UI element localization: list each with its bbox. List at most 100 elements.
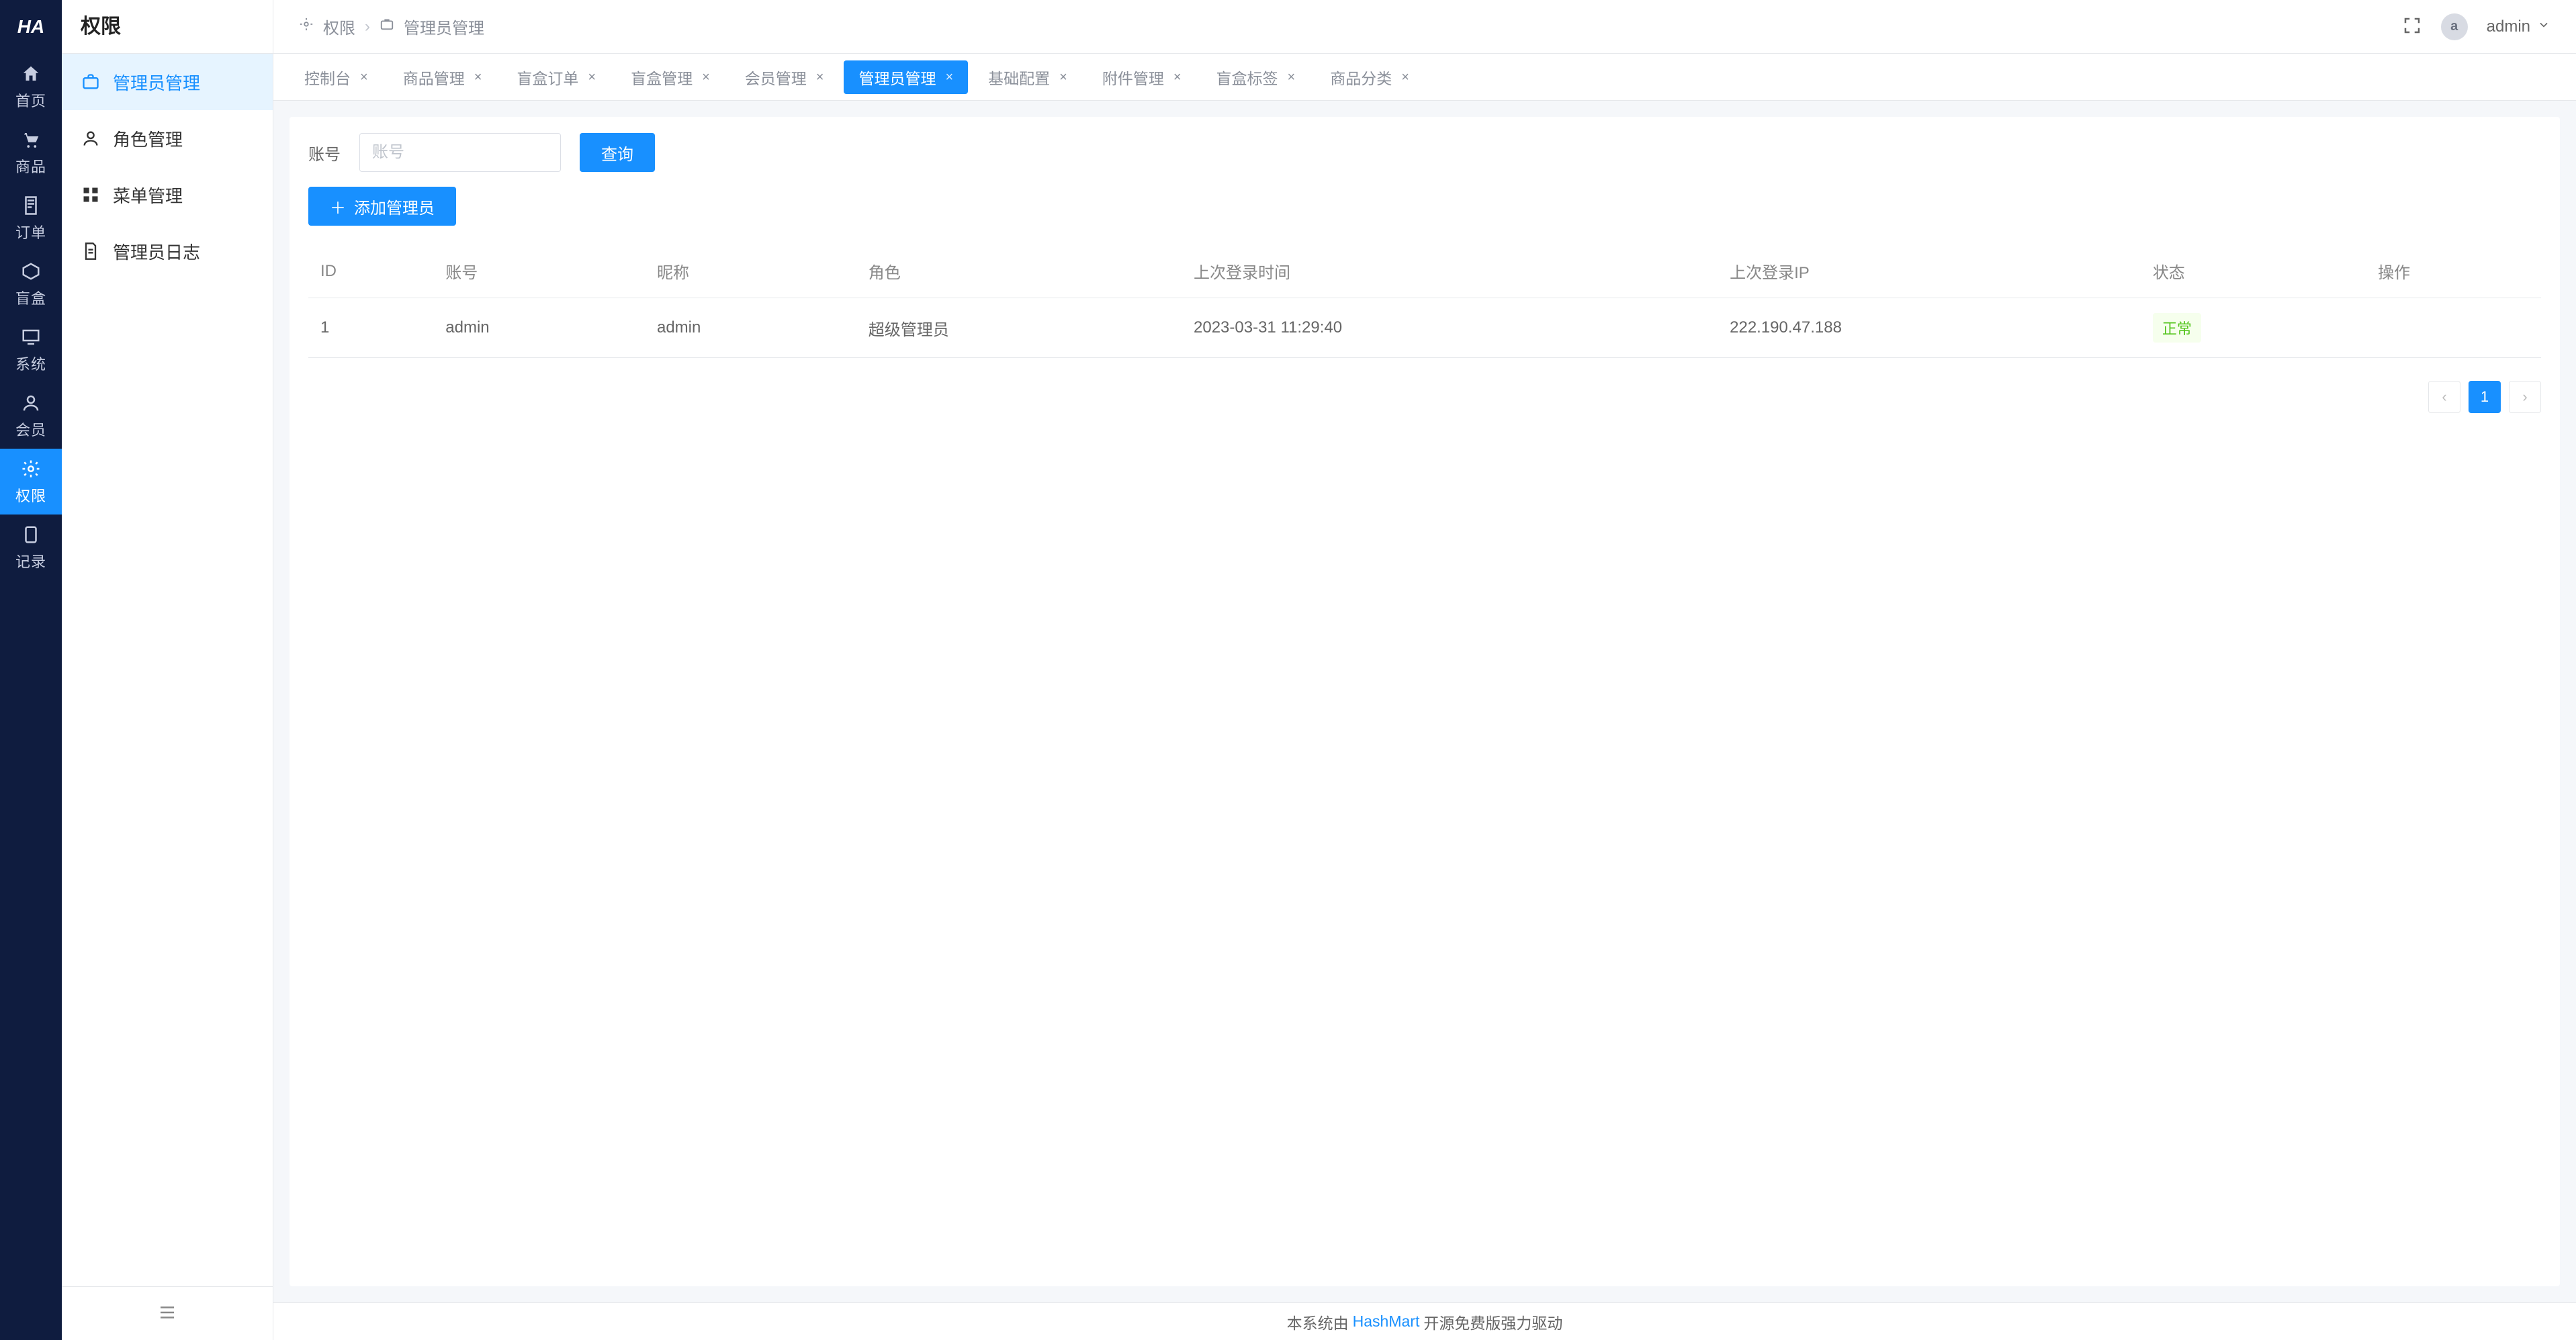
nav-blindbox[interactable]: 盲盒 (0, 251, 62, 317)
col-role: 角色 (856, 244, 1182, 298)
breadcrumb-root[interactable]: 权限 (323, 15, 355, 38)
cell-nickname: admin (645, 298, 856, 358)
plus-icon: ＋ (330, 195, 346, 218)
main-area: 权限 › 管理员管理 a admin 控制台 × 商品管理 × 盲盒订单 × 盲盒管理… (273, 0, 2576, 1340)
tab-label: 附件管理 (1102, 66, 1164, 89)
cell-last-login-ip: 222.190.47.188 (1718, 298, 2141, 358)
table-header-row: ID 账号 昵称 角色 上次登录时间 上次登录IP 状态 操作 (308, 244, 2541, 298)
nav-order-label: 订单 (15, 221, 46, 242)
content-card: 账号 查询 ＋ 添加管理员 ID 账号 昵称 (290, 117, 2560, 1286)
sec-item-menu-mgmt[interactable]: 菜单管理 (62, 167, 273, 223)
briefcase-icon (81, 72, 101, 92)
nav-member[interactable]: 会员 (0, 383, 62, 449)
cell-id: 1 (308, 298, 433, 358)
sec-item-label: 管理员日志 (113, 239, 200, 264)
close-icon[interactable]: × (702, 71, 710, 84)
nav-system-label: 系统 (15, 353, 46, 374)
tab-admin-mgmt[interactable]: 管理员管理× (844, 60, 968, 94)
tab-blindbox-mgmt[interactable]: 盲盒管理× (616, 60, 725, 94)
secondary-nav: 权限 管理员管理 角色管理 菜单管理 管理员日志 (62, 0, 273, 1340)
tab-member-mgmt[interactable]: 会员管理 × (730, 60, 839, 94)
tab-label: 商品管理 (403, 66, 465, 89)
footer-link[interactable]: HashMart (1353, 1312, 1420, 1331)
search-button[interactable]: 查询 (580, 133, 655, 172)
record-icon (19, 523, 42, 546)
tab-blindbox-tag[interactable]: 盲盒标签 × (1202, 60, 1311, 94)
col-last-login-ip: 上次登录IP (1718, 244, 2141, 298)
cart-icon (19, 128, 42, 151)
close-icon[interactable]: × (945, 71, 953, 84)
fullscreen-icon (2402, 28, 2422, 38)
sec-item-admin-log[interactable]: 管理员日志 (62, 223, 273, 279)
tab-goods-mgmt[interactable]: 商品管理 × (388, 60, 497, 94)
user-icon (19, 392, 42, 414)
col-account: 账号 (433, 244, 645, 298)
page-prev[interactable]: ‹ (2428, 381, 2460, 413)
nav-system[interactable]: 系统 (0, 317, 62, 383)
sec-item-admin-mgmt[interactable]: 管理员管理 (62, 54, 273, 110)
page-1[interactable]: 1 (2469, 381, 2501, 413)
nav-order[interactable]: 订单 (0, 185, 62, 251)
briefcase-small-icon (380, 17, 394, 36)
topbar: 权限 › 管理员管理 a admin (273, 0, 2576, 54)
tab-label: 会员管理 (745, 66, 807, 89)
add-admin-button[interactable]: ＋ 添加管理员 (308, 187, 456, 226)
box-icon (19, 260, 42, 283)
chevron-down-icon (2537, 17, 2550, 36)
close-icon[interactable]: × (588, 71, 596, 84)
user-avatar[interactable]: a (2441, 13, 2468, 40)
pagination: ‹ 1 › (308, 381, 2541, 413)
table-row[interactable]: 1 admin admin 超级管理员 2023-03-31 11:29:40 … (308, 298, 2541, 358)
tab-label: 盲盒标签 (1216, 66, 1278, 89)
footer: 本系统由 HashMart 开源免费版强力驱动 (273, 1302, 2576, 1340)
close-icon[interactable]: × (474, 71, 482, 84)
secondary-nav-title: 权限 (62, 0, 273, 54)
cell-action (2366, 298, 2541, 358)
filter-row: 账号 查询 (308, 133, 2541, 172)
nav-goods[interactable]: 商品 (0, 120, 62, 185)
cell-account: admin (433, 298, 645, 358)
nav-blindbox-label: 盲盒 (15, 287, 46, 308)
tab-label: 控制台 (304, 66, 351, 89)
breadcrumb: 权限 › 管理员管理 (299, 15, 484, 38)
close-icon[interactable]: × (1173, 71, 1182, 84)
monitor-icon (19, 326, 42, 349)
nav-home-label: 首页 (15, 89, 46, 111)
close-icon[interactable]: × (816, 71, 824, 84)
nav-record[interactable]: 记录 (0, 515, 62, 580)
tab-basic-config[interactable]: 基础配置× (973, 60, 1082, 94)
tab-attachment-mgmt[interactable]: 附件管理 × (1087, 60, 1196, 94)
nav-permission[interactable]: 权限 (0, 449, 62, 515)
primary-nav: HA 首页 商品 订单 盲盒 系统 会员 权限 (0, 0, 62, 1340)
tab-goods-category[interactable]: 商品分类 × (1315, 60, 1424, 94)
admin-table: ID 账号 昵称 角色 上次登录时间 上次登录IP 状态 操作 1 (308, 244, 2541, 358)
tab-dashboard[interactable]: 控制台 × (290, 60, 383, 94)
account-input[interactable] (359, 133, 561, 172)
tab-label: 商品分类 (1330, 66, 1392, 89)
col-status: 状态 (2141, 244, 2366, 298)
user-menu[interactable]: admin (2487, 17, 2550, 36)
add-admin-label: 添加管理员 (354, 195, 435, 218)
chevron-right-icon: › (2522, 388, 2527, 406)
nav-permission-label: 权限 (15, 484, 46, 506)
close-icon[interactable]: × (1401, 71, 1409, 84)
nav-home[interactable]: 首页 (0, 54, 62, 120)
breadcrumb-separator: › (365, 17, 370, 36)
gear-small-icon (299, 17, 314, 36)
col-nickname: 昵称 (645, 244, 856, 298)
tab-blindbox-order[interactable]: 盲盒订单 × (502, 60, 611, 94)
page-next[interactable]: › (2509, 381, 2541, 413)
close-icon[interactable]: × (1288, 71, 1296, 84)
filter-label-account: 账号 (308, 141, 341, 165)
close-icon[interactable]: × (360, 71, 368, 84)
user-name: admin (2487, 17, 2530, 36)
close-icon[interactable]: × (1059, 71, 1067, 84)
chevron-left-icon: ‹ (2442, 388, 2446, 406)
collapse-sidebar-button[interactable] (62, 1286, 273, 1340)
gear-icon (19, 457, 42, 480)
tab-label: 盲盒订单 (517, 66, 578, 89)
menu-collapse-icon (157, 1302, 177, 1325)
fullscreen-button[interactable] (2402, 15, 2422, 38)
grid-icon (81, 185, 101, 205)
sec-item-role-mgmt[interactable]: 角色管理 (62, 110, 273, 167)
